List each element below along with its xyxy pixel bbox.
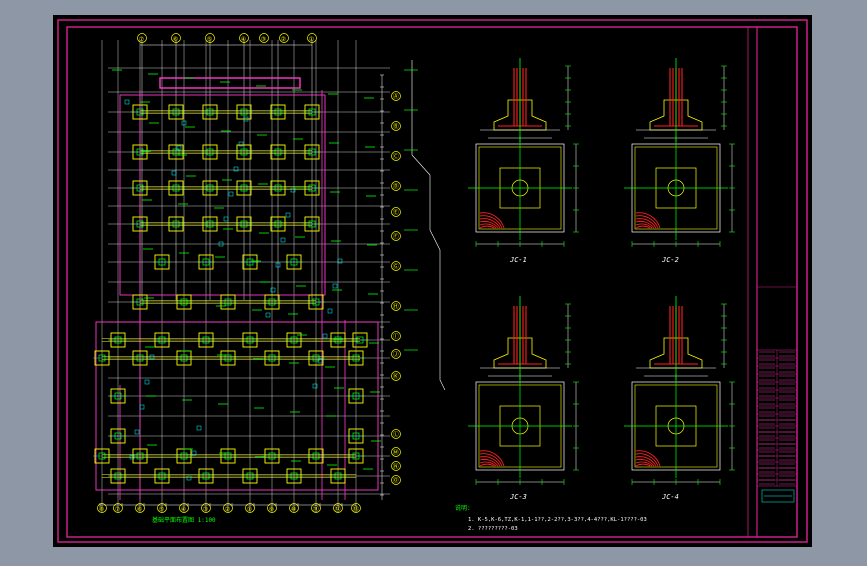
grid-label-bottom: ⑨ (269, 506, 274, 513)
grid-label-bottom: ⑧ (99, 506, 104, 513)
grid-label-top: ⑤ (207, 36, 212, 43)
cad-viewport: ⑦ ⑥ ⑤ ④ ③ ② ① ⑧ ⑦ ⑥ ⑤ ④ ③ ② ① ⑨ ⑩ ⑪ ⑫ ⑬ Ⓐ Ⓑ Ⓒ Ⓓ Ⓔ Ⓕ Ⓖ Ⓗ Ⓘ Ⓙ Ⓚ Ⓛ Ⓜ Ⓝ Ⓞ 基础平面… (0, 0, 867, 562)
grid-label-top: ④ (241, 36, 246, 43)
grid-label-right: Ⓚ (393, 373, 399, 381)
grid-label-bottom: ⑫ (335, 505, 341, 513)
grid-label-right: Ⓞ (393, 477, 399, 485)
notes-line-2: 2. ?????????-03 (468, 526, 518, 532)
grid-label-right: Ⓗ (393, 303, 399, 311)
grid-label-top: ⑦ (139, 36, 144, 43)
grid-label-right: Ⓖ (393, 263, 399, 271)
grid-label-bottom: ② (225, 506, 230, 513)
grid-label-top: ③ (261, 36, 266, 43)
grid-label-right: Ⓒ (393, 153, 399, 161)
detail-title-jc4: JC-4 (661, 493, 679, 501)
grid-label-right: Ⓛ (393, 431, 399, 439)
grid-label-top: ② (281, 36, 286, 43)
cad-drawing: ⑦ ⑥ ⑤ ④ ③ ② ① ⑧ ⑦ ⑥ ⑤ ④ ③ ② ① ⑨ ⑩ ⑪ ⑫ ⑬ Ⓐ Ⓑ Ⓒ Ⓓ Ⓔ Ⓕ Ⓖ Ⓗ Ⓘ Ⓙ Ⓚ Ⓛ Ⓜ Ⓝ Ⓞ 基础平面… (53, 15, 812, 547)
notes-heading: 说明: (455, 504, 471, 512)
grid-label-right: Ⓝ (393, 463, 399, 471)
grid-label-top: ⑥ (173, 36, 178, 43)
detail-title-jc1: JC-1 (509, 256, 527, 264)
plan-caption: 基础平面布置图 1:100 (152, 516, 216, 524)
grid-label-right: Ⓜ (393, 449, 399, 457)
grid-label-right: Ⓓ (393, 183, 399, 191)
grid-label-right: Ⓔ (393, 209, 399, 217)
grid-label-bottom: ① (247, 506, 252, 513)
notes-line-1: 1. K-5,K-6,TZ,K-1,1-1??,2-2??,3-3??,4-4?… (468, 517, 647, 523)
grid-label-bottom: ⑤ (159, 506, 164, 513)
grid-label-bottom: ⑬ (353, 505, 359, 513)
detail-title-jc2: JC-2 (661, 256, 679, 264)
grid-label-right: Ⓘ (393, 333, 399, 341)
grid-label-bottom: ④ (181, 506, 186, 513)
detail-title-jc3: JC-3 (509, 493, 527, 501)
grid-label-bottom: ⑪ (313, 505, 319, 513)
grid-label-bottom: ⑥ (137, 506, 142, 513)
grid-label-bottom: ⑦ (115, 506, 120, 513)
grid-label-top: ① (309, 36, 314, 43)
grid-label-bottom: ⑩ (291, 506, 296, 513)
grid-label-right: Ⓙ (393, 351, 399, 359)
grid-label-bottom: ③ (203, 506, 208, 513)
grid-label-right: Ⓕ (393, 233, 399, 241)
grid-label-right: Ⓑ (393, 123, 399, 131)
grid-label-right: Ⓐ (393, 93, 399, 101)
